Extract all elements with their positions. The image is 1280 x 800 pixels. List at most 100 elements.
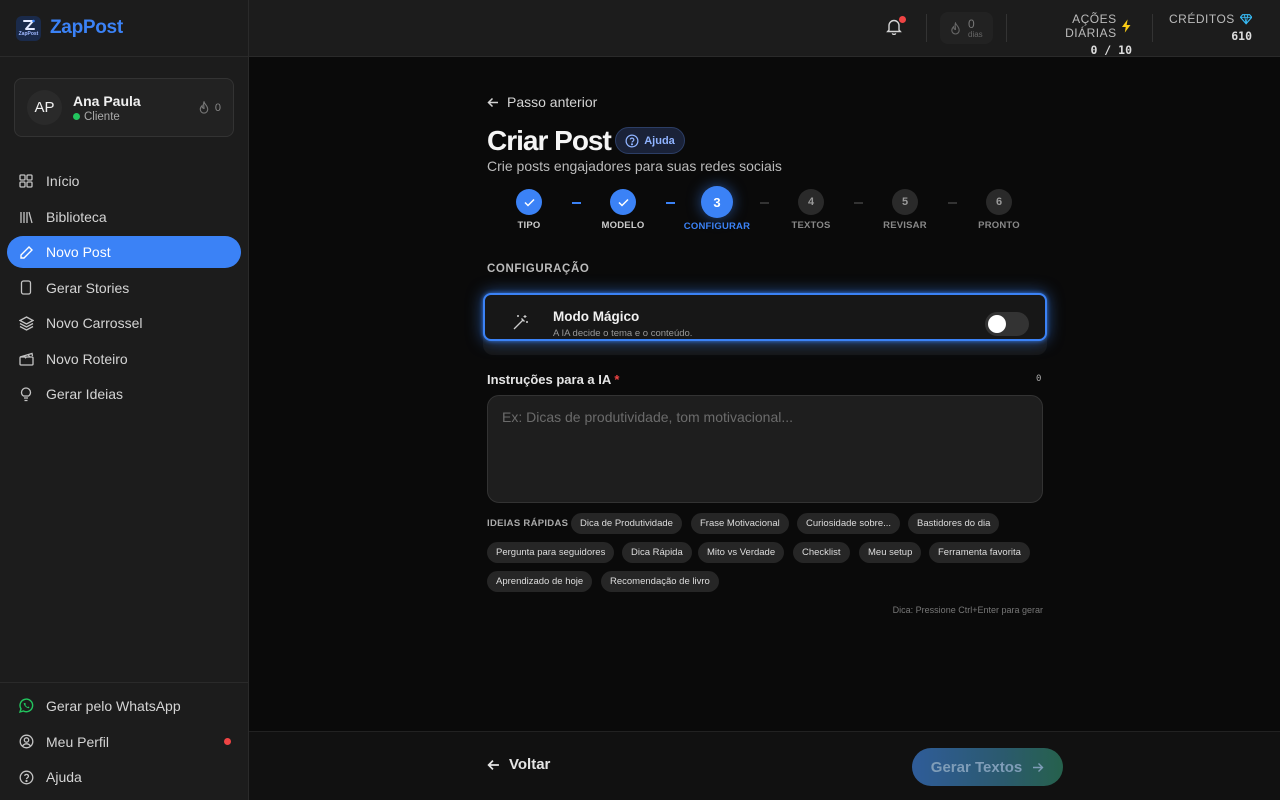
idea-chip[interactable]: Checklist xyxy=(793,542,850,563)
previous-step-link[interactable]: Passo anterior xyxy=(487,94,597,110)
char-count: 0 xyxy=(1036,374,1042,384)
nav-item-novo-roteiro[interactable]: Novo Roteiro xyxy=(7,343,241,375)
nav-label: Biblioteca xyxy=(46,208,107,225)
nav-item-ajuda[interactable]: Ajuda xyxy=(7,761,241,793)
pencil-icon xyxy=(18,244,34,260)
brand[interactable]: ZapPost ZapPost xyxy=(0,0,248,57)
instructions-input[interactable] xyxy=(487,395,1043,503)
nav-label: Gerar Ideias xyxy=(46,386,124,402)
streak-counter[interactable]: 0 dias xyxy=(940,12,993,44)
nav-item-gerar-ideias[interactable]: Gerar Ideias xyxy=(7,378,241,410)
profile-card[interactable]: AP Ana Paula Cliente 0 xyxy=(14,78,234,137)
main-nav: Início Biblioteca Novo Post Gerar Storie… xyxy=(7,165,241,414)
step-connector xyxy=(760,202,769,204)
main-content: Passo anterior Criar Post Ajuda Crie pos… xyxy=(249,57,1280,731)
footer-bar: Voltar Gerar Textos xyxy=(249,731,1280,800)
nav-label: Ajuda xyxy=(46,769,82,785)
nav-item-biblioteca[interactable]: Biblioteca xyxy=(7,201,241,233)
magic-mode-toggle[interactable] xyxy=(985,312,1029,336)
step-textos: 4 TEXTOS xyxy=(771,185,851,231)
step-connector xyxy=(854,202,863,204)
online-status-dot xyxy=(73,113,80,120)
arrow-right-icon xyxy=(1033,762,1044,772)
credits: CRÉDITOS 610 xyxy=(1169,12,1252,43)
lightning-icon xyxy=(1121,19,1131,33)
idea-chip[interactable]: Dica de Produtividade xyxy=(571,513,682,534)
nav-item-novo-post[interactable]: Novo Post xyxy=(7,236,241,268)
idea-chip[interactable]: Pergunta para seguidores xyxy=(487,542,615,563)
lightbulb-icon xyxy=(18,386,34,402)
keyboard-hint: Dica: Pressione Ctrl+Enter para gerar xyxy=(892,605,1043,615)
magic-mode-title: Modo Mágico xyxy=(553,309,640,324)
idea-chip[interactable]: Ferramenta favorita xyxy=(929,542,1030,563)
user-circle-icon xyxy=(18,734,34,750)
divider xyxy=(1152,14,1153,42)
avatar: AP xyxy=(27,90,62,125)
nav-label: Novo Post xyxy=(46,244,111,260)
notification-dot xyxy=(224,738,231,745)
whatsapp-icon xyxy=(18,698,34,714)
idea-chip[interactable]: Aprendizado de hoje xyxy=(487,571,593,592)
library-icon xyxy=(18,209,34,225)
sidebar-footer: Gerar pelo WhatsApp Meu Perfil Ajuda xyxy=(0,682,248,797)
magic-wand-icon xyxy=(512,314,529,336)
nav-label: Gerar pelo WhatsApp xyxy=(46,698,181,714)
magic-mode-container: Modo Mágico A IA decide o tema e o conte… xyxy=(483,293,1047,355)
streak-label: dias xyxy=(968,29,983,39)
check-icon xyxy=(523,198,535,207)
nav-item-novo-carrossel[interactable]: Novo Carrossel xyxy=(7,307,241,339)
help-circle-icon xyxy=(18,769,34,785)
nav-item-gerar-stories[interactable]: Gerar Stories xyxy=(7,272,241,304)
generate-texts-button[interactable]: Gerar Textos xyxy=(912,748,1063,786)
step-pronto: 6 PRONTO xyxy=(959,185,1039,231)
step-connector xyxy=(572,202,581,204)
step-connector xyxy=(666,202,675,204)
step-tipo[interactable]: TIPO xyxy=(489,185,569,231)
idea-chip[interactable]: Recomendação de livro xyxy=(601,571,719,592)
divider xyxy=(1006,14,1007,42)
flame-icon xyxy=(951,21,960,35)
nav-item-inicio[interactable]: Início xyxy=(7,165,241,197)
profile-streak: 0 xyxy=(198,101,221,114)
brand-name: ZapPost xyxy=(50,17,123,38)
nav-label: Gerar Stories xyxy=(46,279,130,296)
back-button[interactable]: Voltar xyxy=(487,756,550,773)
credits-value: 610 xyxy=(1231,29,1252,43)
flame-icon xyxy=(199,101,209,114)
notifications-bell-icon[interactable] xyxy=(886,16,906,38)
magic-mode-card[interactable]: Modo Mágico A IA decide o tema e o conte… xyxy=(483,293,1047,341)
step-connector xyxy=(948,202,957,204)
nav-item-meu-perfil[interactable]: Meu Perfil xyxy=(7,726,241,758)
layers-icon xyxy=(18,315,34,331)
clapperboard-icon xyxy=(18,351,34,367)
grid-icon xyxy=(18,173,34,189)
quick-ideas-label: IDEIAS RÁPIDAS xyxy=(487,518,569,529)
section-label: CONFIGURAÇÃO xyxy=(487,263,590,275)
nav-label: Início xyxy=(46,173,80,189)
profile-role: Cliente xyxy=(73,111,198,123)
idea-chip[interactable]: Bastidores do dia xyxy=(908,513,1000,534)
stepper: TIPO MODELO 3 CONFIGURAR 4 TEXTOS 5 REVI… xyxy=(487,185,1043,235)
idea-chip[interactable]: Mito vs Verdade xyxy=(698,542,785,563)
diamond-icon xyxy=(1239,14,1252,25)
nav-item-gerar-pelo-whatsapp[interactable]: Gerar pelo WhatsApp xyxy=(7,690,241,722)
nav-label: Meu Perfil xyxy=(46,733,110,750)
magic-mode-description: A IA decide o tema e o conteúdo. xyxy=(553,328,693,339)
daily-actions: AÇÕES DIÁRIAS 0 / 10 xyxy=(1022,12,1132,57)
idea-chip[interactable]: Curiosidade sobre... xyxy=(797,513,901,534)
idea-chip[interactable]: Meu setup xyxy=(859,542,922,563)
step-modelo[interactable]: MODELO xyxy=(583,185,663,231)
phone-icon xyxy=(18,280,34,296)
step-configurar[interactable]: 3 CONFIGURAR xyxy=(677,185,757,232)
toggle-knob xyxy=(988,315,1006,333)
daily-actions-value: 0 / 10 xyxy=(1090,43,1132,57)
arrow-left-icon xyxy=(487,97,498,107)
nav-label: Novo Carrossel xyxy=(46,315,143,331)
help-circle-icon xyxy=(625,134,639,147)
check-icon xyxy=(617,198,629,207)
help-button[interactable]: Ajuda xyxy=(615,127,685,154)
idea-chip[interactable]: Dica Rápida xyxy=(622,542,692,563)
page-title: Criar Post xyxy=(487,125,612,156)
nav-label: Novo Roteiro xyxy=(46,350,128,367)
idea-chip[interactable]: Frase Motivacional xyxy=(691,513,789,534)
